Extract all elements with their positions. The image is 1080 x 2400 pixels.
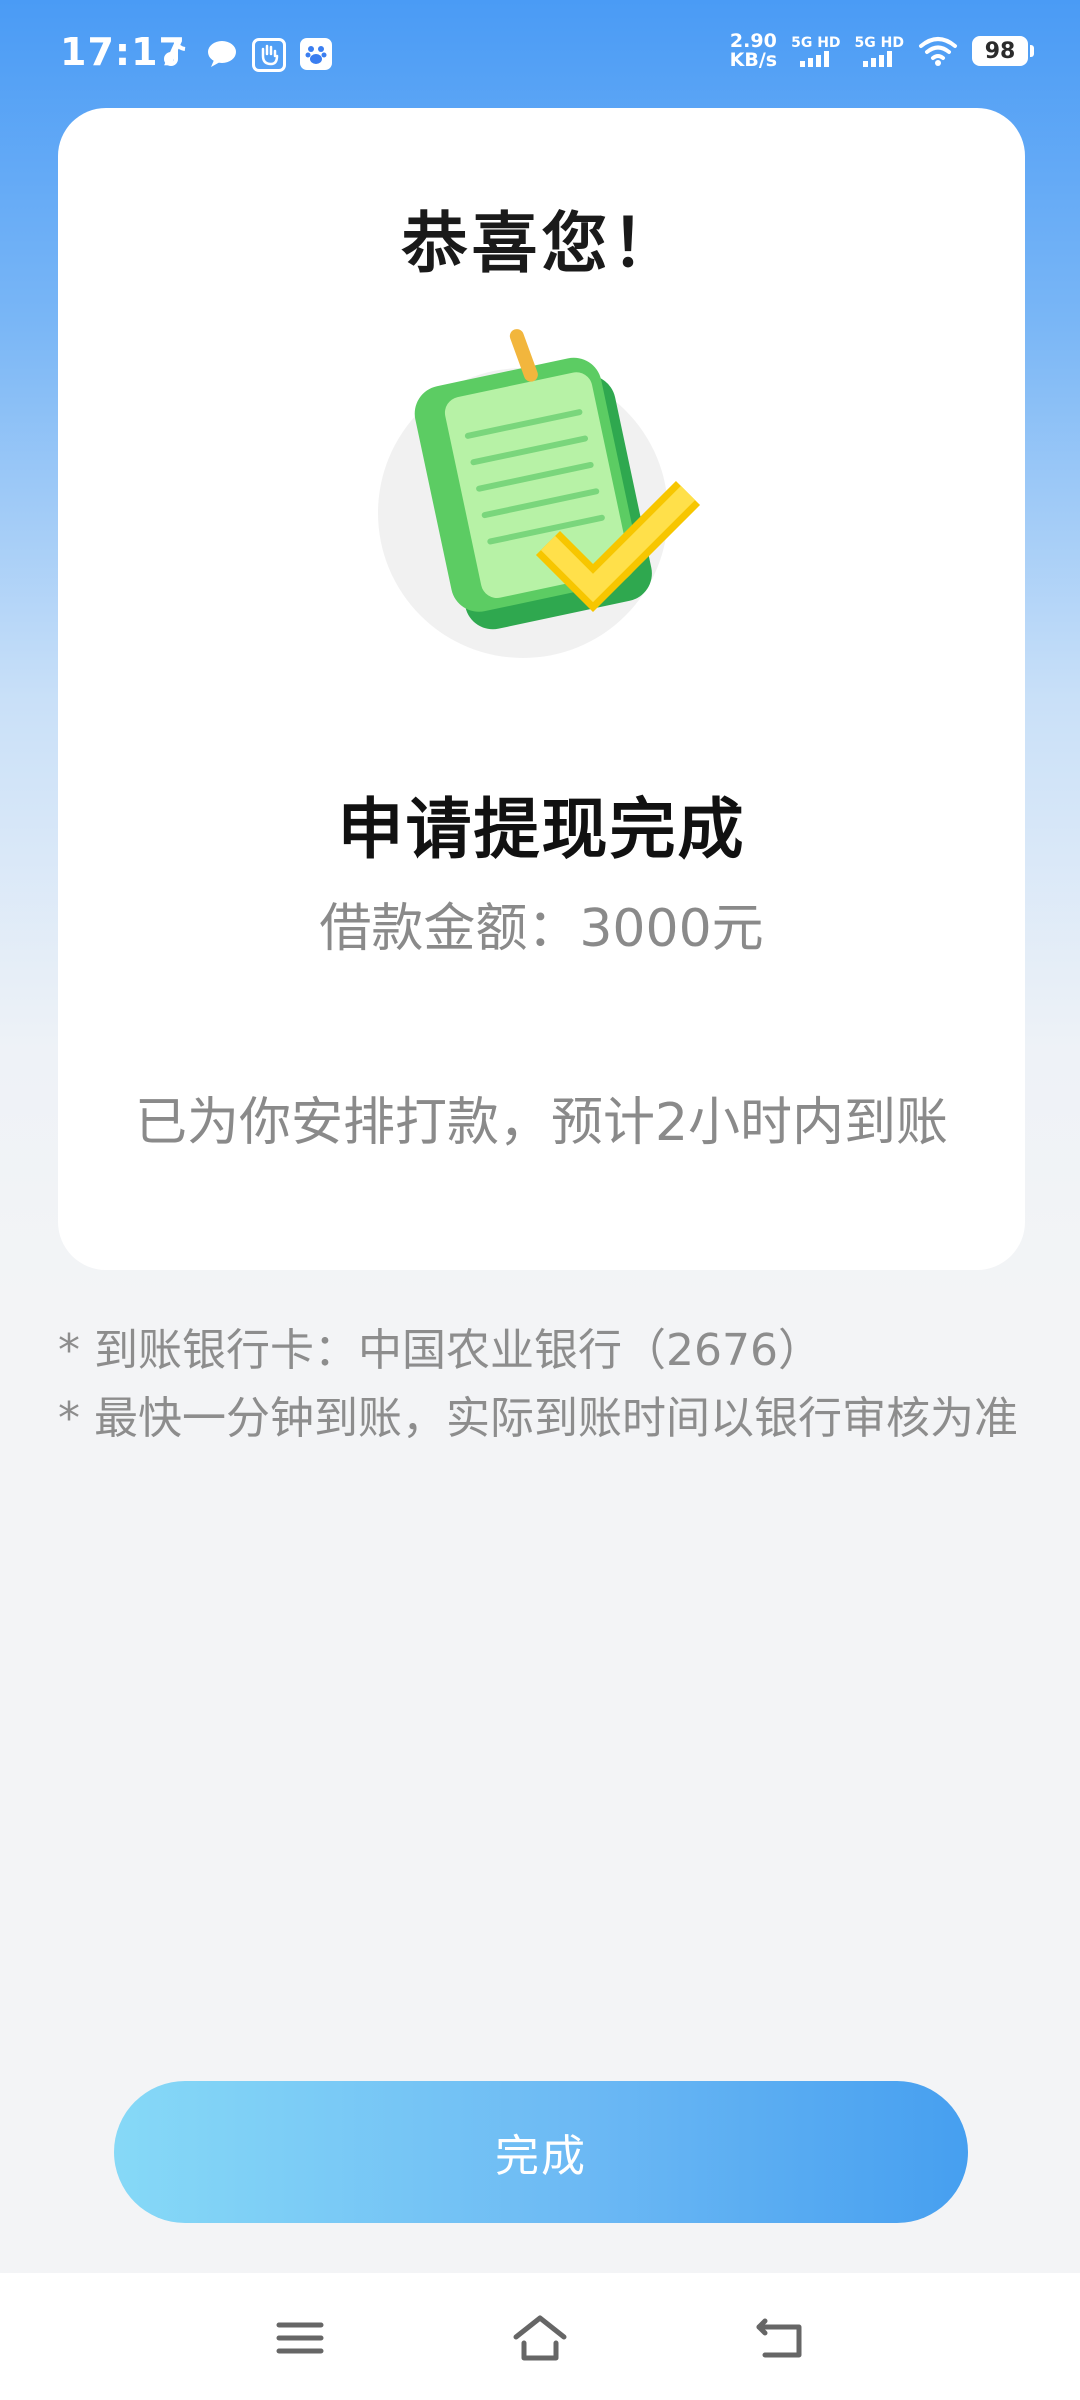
notification-icons xyxy=(160,38,332,72)
document-check-icon xyxy=(358,298,718,658)
loan-amount-label: 借款金额： xyxy=(319,899,580,959)
signal-2-label: 5G HD xyxy=(854,35,904,51)
done-button[interactable]: 完成 xyxy=(114,2081,968,2223)
notes: * 到账银行卡：中国农业银行（2676） * 最快一分钟到账，实际到账时间以银行… xyxy=(58,1325,1018,1461)
loan-amount-value: 3000元 xyxy=(579,899,764,959)
baidu-icon xyxy=(300,38,332,70)
hand-app-icon xyxy=(252,38,286,72)
navigation-bar xyxy=(0,2273,1080,2400)
message-icon xyxy=(206,38,238,70)
net-speed-unit: KB/s xyxy=(729,49,778,71)
menu-icon[interactable] xyxy=(265,2303,335,2373)
note-bank-card: * 到账银行卡：中国农业银行（2676） xyxy=(58,1325,822,1376)
back-icon[interactable] xyxy=(745,2303,815,2373)
battery-indicator: 98 xyxy=(972,36,1034,66)
result-card: 恭喜您！ 申请提现完成 借款金额：3000元 已为你安排打款，预计2小时内到账 xyxy=(58,108,1025,1270)
arrival-estimate: 已为你安排打款，预计2小时内到账 xyxy=(134,1093,949,1153)
signal-1-label: 5G HD xyxy=(791,35,841,51)
tiktok-icon xyxy=(160,38,192,70)
note-arrival-time: * 最快一分钟到账，实际到账时间以银行审核为准 xyxy=(58,1393,1018,1444)
status-right: 2.90 KB/s 5G HD 5G HD 98 xyxy=(730,32,1034,70)
signal-bars-icon xyxy=(863,51,893,67)
result-title: 申请提现完成 xyxy=(337,791,746,868)
signal-1: 5G HD xyxy=(791,35,841,67)
status-bar: 17:17 2.90 KB/s 5G HD 5G HD 98 xyxy=(0,0,1080,110)
home-icon[interactable] xyxy=(505,2303,575,2373)
congrats-heading: 恭喜您！ xyxy=(401,205,682,282)
wifi-icon xyxy=(919,37,957,66)
loan-amount: 借款金额：3000元 xyxy=(58,886,1025,961)
signal-bars-icon xyxy=(799,51,829,67)
signal-2: 5G HD xyxy=(855,35,904,67)
network-speed: 2.90 KB/s xyxy=(730,32,777,70)
